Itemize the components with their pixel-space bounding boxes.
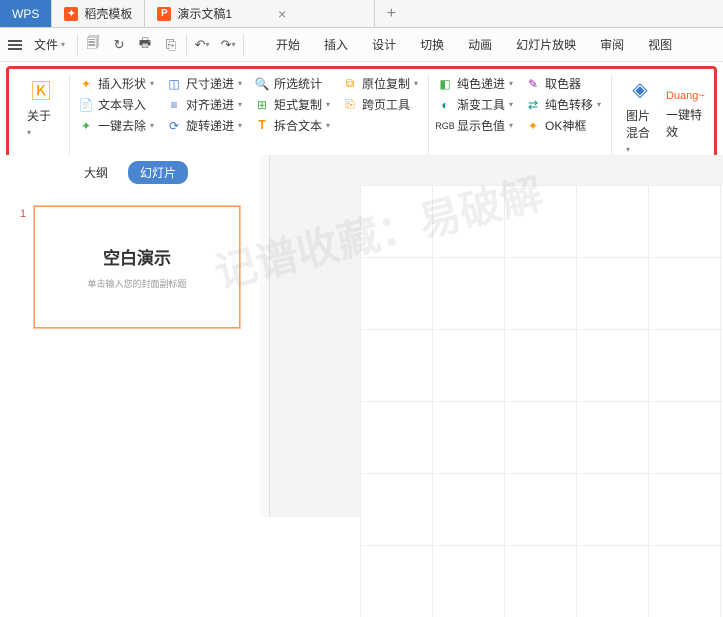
align-icon: ≡	[166, 97, 182, 113]
eyedropper-button[interactable]: ✎取色器	[525, 75, 603, 92]
tab-animation[interactable]: 动画	[466, 36, 494, 53]
pages-icon: ⎘	[342, 97, 358, 113]
slide-number: 1	[20, 206, 26, 328]
inplace-copy-button[interactable]: ⧉原位复制▾	[342, 75, 420, 92]
undo-icon[interactable]: ↶▾	[193, 36, 211, 54]
rotate-icon: ⟳	[166, 118, 182, 134]
one-click-remove-button[interactable]: ✦一键去除▾	[78, 117, 156, 134]
chevron-down-icon: ▾	[61, 40, 65, 49]
grid-icon: ⊞	[254, 97, 270, 113]
bars-icon: ◫	[166, 76, 182, 92]
swap-icon: ⇄	[525, 97, 541, 113]
gradient-icon: ◐	[437, 97, 453, 113]
size-progress-button[interactable]: ◫尺寸递进▾	[166, 75, 244, 92]
close-tab-icon[interactable]: ×	[278, 6, 286, 22]
search-icon: 🔍	[254, 76, 270, 92]
plugin-logo-icon: 🄺	[27, 75, 55, 103]
vertical-ruler	[260, 155, 270, 517]
show-color-value-button[interactable]: RGB显示色值▾	[437, 117, 515, 134]
eyedropper-icon: ✎	[525, 76, 541, 92]
separator	[186, 34, 187, 56]
new-tab-button[interactable]: +	[375, 0, 407, 27]
layers-icon: ◈	[626, 75, 654, 103]
image-blend-button[interactable]: ◈ 图片混合 ▾	[620, 75, 660, 155]
tab-transition[interactable]: 切换	[418, 36, 446, 53]
print-preview-icon[interactable]: ↻	[110, 36, 128, 54]
tab-review[interactable]: 审阅	[598, 36, 626, 53]
duang-icon: Duang~	[666, 90, 705, 102]
presentation-icon: P	[157, 7, 171, 21]
slides-tab[interactable]: 幻灯片	[128, 161, 188, 184]
redo-icon[interactable]: ↷▾	[219, 36, 237, 54]
copy-icon: ⧉	[342, 76, 358, 92]
print-icon[interactable]: 🖶	[136, 36, 154, 54]
erase-icon: ✦	[78, 118, 94, 134]
slide-canvas-area	[270, 155, 723, 517]
hamburger-icon[interactable]	[8, 40, 22, 50]
cross-page-button[interactable]: ⎘跨页工具	[342, 96, 420, 113]
align-progress-button[interactable]: ≡对齐递进▾	[166, 96, 244, 113]
separator	[243, 34, 244, 56]
tab-slideshow[interactable]: 幻灯片放映	[514, 36, 578, 53]
separator	[77, 34, 78, 56]
solid-progress-button[interactable]: ◧纯色递进▾	[437, 75, 515, 92]
thumb-subtitle: 单击输入您的封面副标题	[88, 277, 187, 290]
thumb-title: 空白演示	[103, 244, 171, 269]
text-icon: 📄	[78, 97, 94, 113]
tab-presentation-label: 演示文稿1	[177, 5, 232, 22]
rgb-icon: RGB	[437, 118, 453, 134]
one-click-fx-button[interactable]: Duang~ 一键特效	[660, 75, 711, 155]
tab-presentation[interactable]: P 演示文稿1 ×	[145, 0, 375, 27]
split-icon: 𝐓	[254, 118, 270, 134]
wps-app-tab[interactable]: WPS	[0, 0, 52, 27]
gradient-tool-button[interactable]: ◐渐变工具▾	[437, 96, 515, 113]
docer-icon: ✦	[64, 7, 78, 21]
ok-frame-button[interactable]: ✦OK神框	[525, 117, 603, 134]
star-icon: ✦	[525, 118, 541, 134]
shapes-icon: ✦	[78, 76, 94, 92]
outline-tab[interactable]: 大纲	[72, 161, 120, 184]
tab-home[interactable]: 开始	[274, 36, 302, 53]
insert-shape-button[interactable]: ✦插入形状▾	[78, 75, 156, 92]
tab-view[interactable]: 视图	[646, 36, 674, 53]
export-icon[interactable]: ⎘	[162, 36, 180, 54]
slide-panel: 大纲 幻灯片 1 空白演示 单击输入您的封面副标题	[0, 155, 260, 517]
slide-canvas[interactable]	[360, 185, 723, 617]
about-button[interactable]: 🄺 关于 ▾	[21, 75, 61, 138]
matrix-copy-button[interactable]: ⊞矩式复制▾	[254, 96, 332, 113]
split-text-button[interactable]: 𝐓拆合文本▾	[254, 117, 332, 134]
file-menu[interactable]: 文件▾	[28, 36, 71, 53]
slide-thumbnail[interactable]: 空白演示 单击输入您的封面副标题	[34, 206, 240, 328]
palette-icon: ◧	[437, 76, 453, 92]
rotate-progress-button[interactable]: ⟳旋转递进▾	[166, 117, 244, 134]
color-transfer-button[interactable]: ⇄纯色转移▾	[525, 96, 603, 113]
ribbon-plugin: 🄺 关于 ▾ ✦插入形状▾ ◫尺寸递进▾ 🔍所选统计 ⧉原位复制▾ 📄文本导入 …	[6, 66, 717, 164]
selection-stats-button[interactable]: 🔍所选统计	[254, 75, 332, 92]
tab-docer-label: 稻壳模板	[84, 5, 132, 22]
text-import-button[interactable]: 📄文本导入	[78, 96, 156, 113]
save-icon[interactable]: 🗐	[84, 36, 102, 54]
tab-design[interactable]: 设计	[370, 36, 398, 53]
tab-docer[interactable]: ✦ 稻壳模板	[52, 0, 145, 27]
tab-insert[interactable]: 插入	[322, 36, 350, 53]
